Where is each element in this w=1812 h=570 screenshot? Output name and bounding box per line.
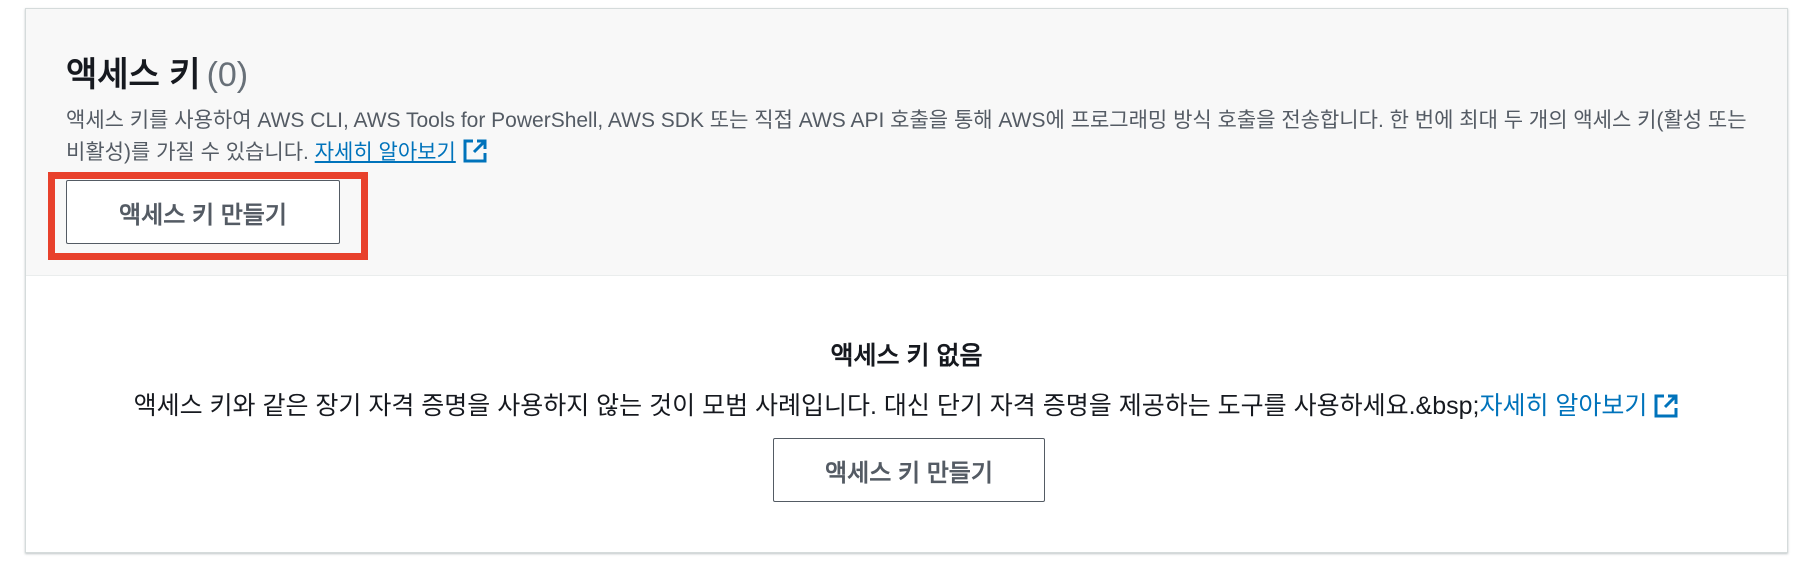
external-link-icon[interactable] bbox=[462, 138, 488, 164]
create-access-key-button[interactable]: 액세스 키 만들기 bbox=[66, 180, 340, 244]
empty-state-text: 액세스 키와 같은 장기 자격 증명을 사용하지 않는 것이 모범 사례입니다.… bbox=[133, 392, 1480, 420]
learn-more-link[interactable]: 자세히 알아보기 bbox=[315, 141, 456, 164]
page-title: 액세스 키 (0) bbox=[66, 47, 248, 96]
empty-state-learn-more-link[interactable]: 자세히 알아보기 bbox=[1479, 392, 1647, 420]
learn-more-label: 자세히 알아보기 bbox=[314, 141, 456, 164]
external-link-icon[interactable] bbox=[1653, 393, 1679, 419]
panel-header: 액세스 키 (0) 액세스 키를 사용하여 AWS CLI, AWS Tools … bbox=[26, 9, 1787, 276]
access-keys-panel: 액세스 키 (0) 액세스 키를 사용하여 AWS CLI, AWS Tools … bbox=[25, 8, 1788, 553]
empty-state-learn-more-label: 자세히 알아보기 bbox=[1479, 392, 1648, 420]
title-text: 액세스 키 bbox=[66, 56, 201, 94]
access-key-count: (0) bbox=[206, 56, 249, 94]
empty-state-create-access-key-button[interactable]: 액세스 키 만들기 bbox=[773, 438, 1045, 502]
empty-state-description: 액세스 키와 같은 장기 자격 증명을 사용하지 않는 것이 모범 사례입니다.… bbox=[26, 386, 1787, 422]
header-description: 액세스 키를 사용하여 AWS CLI, AWS Tools for Power… bbox=[66, 105, 1756, 169]
empty-state-title: 액세스 키 없음 bbox=[830, 342, 983, 370]
